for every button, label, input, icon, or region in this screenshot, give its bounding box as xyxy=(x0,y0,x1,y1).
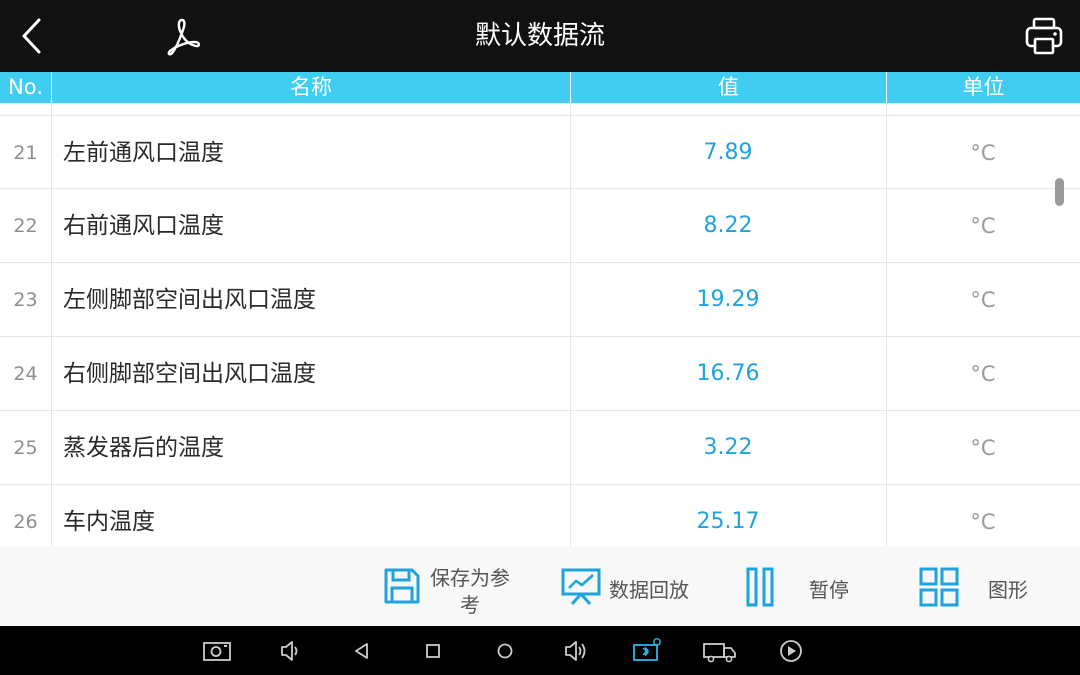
volume-down-button[interactable] xyxy=(276,636,306,666)
save-reference-label-line2: 考 xyxy=(460,593,480,617)
playback-icon xyxy=(561,568,601,606)
volume-up-button[interactable] xyxy=(561,636,591,666)
graph-label: 图形 xyxy=(988,578,1028,602)
row-value: 7.89 xyxy=(703,140,753,165)
nav-recent-icon xyxy=(426,644,440,658)
column-header-no: No. xyxy=(8,75,43,99)
row-unit: °C xyxy=(970,214,996,238)
row-unit: °C xyxy=(970,141,996,165)
row-number: 23 xyxy=(13,289,38,311)
data-playback-button[interactable]: 数据回放 xyxy=(556,546,706,626)
play-icon xyxy=(780,640,802,662)
row-unit: °C xyxy=(970,288,996,312)
print-button[interactable] xyxy=(1022,14,1068,58)
table-row[interactable]: 26 车内温度 25.17 °C xyxy=(0,484,1080,546)
pdf-icon xyxy=(167,18,201,56)
row-number: 25 xyxy=(13,437,38,459)
scrollbar-thumb[interactable] xyxy=(1055,178,1064,206)
column-header-name: 名称 xyxy=(51,72,570,103)
row-unit: °C xyxy=(970,436,996,460)
back-icon xyxy=(22,18,41,54)
play-button[interactable] xyxy=(776,636,806,666)
row-unit: °C xyxy=(970,362,996,386)
row-name: 车内温度 xyxy=(63,509,155,535)
top-bar: 默认数据流 xyxy=(0,0,1080,72)
row-name: 左侧脚部空间出风口温度 xyxy=(63,287,316,313)
data-stream-table[interactable]: 21 左前通风口温度 7.89 °C 22 右前通风口温度 8.22 °C 23… xyxy=(0,103,1080,546)
save-icon xyxy=(384,568,420,604)
row-name: 右前通风口温度 xyxy=(63,213,224,239)
vci-icon xyxy=(633,638,661,661)
nav-home-icon xyxy=(497,643,513,659)
table-row[interactable]: 22 右前通风口温度 8.22 °C xyxy=(0,188,1080,262)
graph-button[interactable]: 图形 xyxy=(914,546,1054,626)
table-header: No. 名称 值 单位 xyxy=(0,72,1080,103)
nav-home-button[interactable] xyxy=(490,636,520,666)
row-value: 16.76 xyxy=(696,361,760,386)
volume-up-icon xyxy=(565,641,586,661)
row-number: 26 xyxy=(13,511,38,533)
row-value: 25.17 xyxy=(696,509,760,534)
save-reference-label-line1: 保存为参 xyxy=(430,566,510,590)
row-number: 22 xyxy=(13,215,38,237)
save-reference-button[interactable]: 保存为参 考 xyxy=(374,546,534,626)
nav-recent-button[interactable] xyxy=(418,636,448,666)
nav-back-button[interactable] xyxy=(348,636,378,666)
pause-icon xyxy=(746,567,774,607)
back-button[interactable] xyxy=(14,14,54,58)
row-value: 19.29 xyxy=(696,287,760,312)
table-row[interactable]: 24 右侧脚部空间出风口温度 16.76 °C xyxy=(0,336,1080,410)
system-navigation-bar xyxy=(0,626,1080,675)
pdf-button[interactable] xyxy=(162,14,204,58)
row-name: 右侧脚部空间出风口温度 xyxy=(63,361,316,387)
row-name: 蒸发器后的温度 xyxy=(63,435,224,461)
app-root: 默认数据流 No. 名称 值 单位 21 左前通风口温度 7.89 °C 22 xyxy=(0,0,1080,675)
row-value: 8.22 xyxy=(703,213,753,238)
row-name: 左前通风口温度 xyxy=(63,140,224,166)
truck-icon xyxy=(703,643,736,663)
pause-label: 暂停 xyxy=(809,578,849,602)
vehicle-button[interactable] xyxy=(702,636,738,666)
vci-status-button[interactable] xyxy=(632,636,662,666)
screenshot-icon xyxy=(203,642,231,661)
screenshot-button[interactable] xyxy=(202,636,232,666)
table-row[interactable]: 21 左前通风口温度 7.89 °C xyxy=(0,115,1080,189)
row-unit: °C xyxy=(970,510,996,534)
volume-down-icon xyxy=(281,641,298,661)
grid-icon xyxy=(919,567,959,607)
data-playback-label: 数据回放 xyxy=(609,578,689,602)
table-row[interactable]: 23 左侧脚部空间出风口温度 19.29 °C xyxy=(0,262,1080,336)
action-bar: 保存为参 考 数据回放 暂停 图形 xyxy=(0,546,1080,626)
row-value: 3.22 xyxy=(703,435,753,460)
row-number: 24 xyxy=(13,363,38,385)
nav-back-icon xyxy=(355,643,368,659)
column-header-unit: 单位 xyxy=(886,72,1080,103)
table-row[interactable]: 25 蒸发器后的温度 3.22 °C xyxy=(0,410,1080,484)
column-header-value: 值 xyxy=(570,72,886,103)
print-icon xyxy=(1025,17,1063,55)
row-number: 21 xyxy=(13,142,38,164)
pause-button[interactable]: 暂停 xyxy=(740,546,870,626)
